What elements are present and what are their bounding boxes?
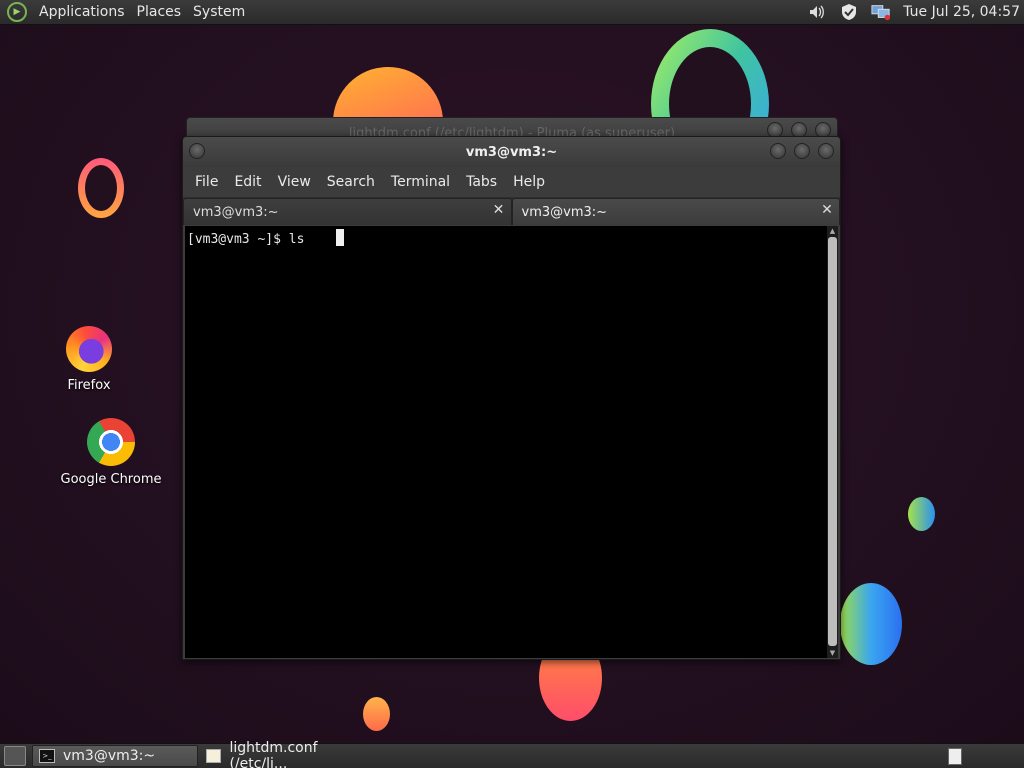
menu-terminal[interactable]: Terminal <box>383 174 458 190</box>
menu-applications[interactable]: Applications <box>33 0 131 25</box>
taskbar-item-pluma[interactable]: lightdm.conf (/etc/li... <box>200 740 380 768</box>
mate-menu-icon[interactable]: ▶ <box>7 2 27 22</box>
text-cursor <box>336 229 345 246</box>
menu-places[interactable]: Places <box>131 0 188 25</box>
clock[interactable]: Tue Jul 25, 04:57 <box>897 4 1024 20</box>
tab-terminal-2[interactable]: vm3@vm3:~ ✕ <box>511 198 840 225</box>
terminal-scrollbar[interactable]: ▲ ▼ <box>827 226 838 658</box>
desktop-icon-label: Google Chrome <box>60 472 162 487</box>
maximize-button[interactable] <box>794 143 810 159</box>
desktop-icon-google-chrome[interactable]: Google Chrome <box>58 418 164 487</box>
tab-label: vm3@vm3:~ <box>521 204 608 220</box>
close-button[interactable] <box>818 143 834 159</box>
taskbar-item-terminal[interactable]: >_ vm3@vm3:~ <box>32 745 198 767</box>
taskbar-item-label: vm3@vm3:~ <box>63 748 156 764</box>
bottom-panel: >_ vm3@vm3:~ lightdm.conf (/etc/li... <box>0 740 1024 768</box>
chrome-icon <box>87 418 135 466</box>
terminal-icon: >_ <box>39 749 55 763</box>
terminal-titlebar[interactable]: vm3@vm3:~ <box>183 137 840 167</box>
decor-ring-small <box>78 158 124 218</box>
scroll-up-icon[interactable]: ▲ <box>827 226 838 236</box>
show-desktop-button[interactable] <box>4 746 26 766</box>
minimize-button[interactable] <box>770 143 786 159</box>
close-tab-icon[interactable]: ✕ <box>819 202 835 218</box>
terminal-window[interactable]: vm3@vm3:~ File Edit View Search Terminal… <box>182 136 841 660</box>
menu-search[interactable]: Search <box>319 174 383 190</box>
menu-system[interactable]: System <box>187 0 251 25</box>
shield-icon[interactable] <box>839 2 859 22</box>
tab-label: vm3@vm3:~ <box>193 204 279 220</box>
terminal-output[interactable]: [vm3@vm3 ~]$ ls <box>185 226 827 658</box>
decor-blue-oval <box>840 583 902 665</box>
tab-bar: vm3@vm3:~ ✕ vm3@vm3:~ ✕ <box>183 197 840 225</box>
top-panel: ▶ Applications Places System Tue Jul 25,… <box>0 0 1024 25</box>
decor-pill <box>908 497 935 531</box>
volume-icon[interactable] <box>807 2 827 22</box>
close-tab-icon[interactable]: ✕ <box>491 202 507 218</box>
menu-tabs[interactable]: Tabs <box>458 174 505 190</box>
taskbar-item-label: lightdm.conf (/etc/li... <box>229 740 318 768</box>
terminal-title: vm3@vm3:~ <box>465 145 558 160</box>
menu-help[interactable]: Help <box>505 174 553 190</box>
scroll-down-icon[interactable]: ▼ <box>827 648 838 658</box>
workspace-switcher[interactable] <box>948 747 962 765</box>
scrollbar-thumb[interactable] <box>828 237 837 646</box>
pluma-icon <box>206 749 222 763</box>
desktop-icon-firefox[interactable]: Firefox <box>56 326 122 393</box>
tab-terminal-1[interactable]: vm3@vm3:~ ✕ <box>183 198 512 225</box>
desktop-icon-label: Firefox <box>67 378 111 393</box>
network-icon[interactable] <box>871 2 891 22</box>
menu-file[interactable]: File <box>187 174 226 190</box>
prompt-line: [vm3@vm3 ~]$ ls <box>187 232 305 247</box>
menu-view[interactable]: View <box>270 174 319 190</box>
menu-edit[interactable]: Edit <box>226 174 269 190</box>
terminal-menubar: File Edit View Search Terminal Tabs Help <box>183 167 840 197</box>
decor-orange-dot <box>363 697 390 731</box>
firefox-icon <box>66 326 112 372</box>
